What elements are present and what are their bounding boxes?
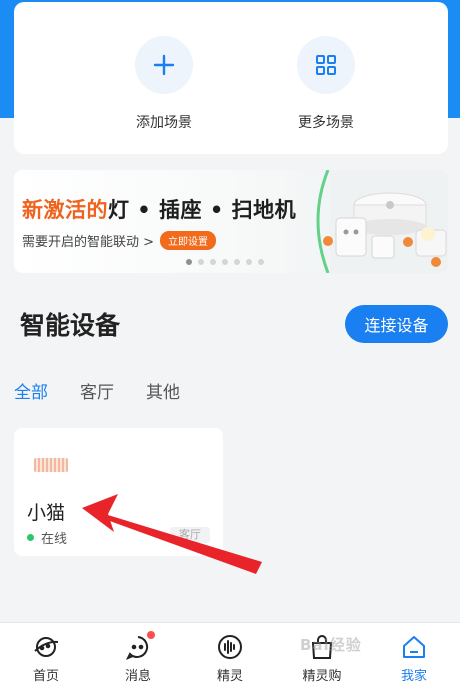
device-card[interactable]: 小猫 在线 客厅 [14,428,223,556]
smart-devices-illustration [316,170,448,273]
pagination-dot[interactable] [234,259,240,265]
planet-icon [34,637,59,657]
device-name: 小猫 [27,502,66,524]
connect-device-button[interactable]: 连接设备 [345,305,448,343]
tab-shop-label: 精灵购 [302,669,342,684]
device-status-text: 在线 [41,532,68,547]
watermark: Bai经验 [300,636,362,654]
add-scene-label: 添加场景 [136,115,192,131]
tab-messages[interactable]: 消息 [92,623,184,688]
grid-icon [297,36,355,94]
online-status-dot [27,534,34,541]
pagination-dot[interactable] [222,259,228,265]
tab-home[interactable]: 首页 [0,623,92,688]
pagination-dot[interactable] [198,259,204,265]
promo-banner[interactable]: 新激活的灯 • 插座 • 扫地机 需要开启的智能联动 > 立即设置 [14,170,448,273]
tab-all[interactable]: 全部 [14,378,48,403]
voice-wave-icon [218,635,242,659]
banner-subtitle-row: 需要开启的智能联动 > 立即设置 [22,231,217,250]
add-scene-button[interactable]: 添加场景 [109,36,219,132]
room-badge: 客厅 [170,527,210,543]
pagination-dot[interactable] [246,259,252,265]
tab-messages-label: 消息 [124,669,151,684]
banner-pagination [186,259,264,265]
more-scenes-button[interactable]: 更多场景 [271,36,381,132]
plus-icon [135,36,193,94]
pagination-dot[interactable] [258,259,264,265]
bottom-tab-bar: 首页 消息 精灵 精灵购 我家 [0,622,460,688]
section-title: 智能设备 [20,311,121,340]
banner-subtitle: 需要开启的智能联动 > [22,235,155,250]
tab-shop[interactable]: 精灵购 [276,623,368,688]
room-tabs: 全部 客厅 其他 [14,378,212,403]
banner-setup-button[interactable]: 立即设置 [160,231,217,250]
device-status: 在线 [27,528,67,547]
tab-genie[interactable]: 精灵 [184,623,276,688]
device-icon [34,458,68,472]
tab-my-home[interactable]: 我家 [368,623,460,688]
pagination-dot[interactable] [186,259,192,265]
notification-dot [147,631,155,639]
tab-home-label: 首页 [32,669,59,684]
banner-title-devices: 灯 • 插座 • 扫地机 [108,198,297,222]
scene-card: 添加场景 更多场景 [14,2,448,154]
house-icon [403,636,425,658]
pagination-dot[interactable] [210,259,216,265]
banner-title: 新激活的灯 • 插座 • 扫地机 [22,194,296,224]
banner-title-highlight: 新激活的 [22,198,108,222]
tab-my-home-label: 我家 [400,669,427,684]
tab-living-room[interactable]: 客厅 [80,378,114,403]
tab-genie-label: 精灵 [216,669,243,684]
more-scenes-label: 更多场景 [298,115,354,131]
tab-other[interactable]: 其他 [146,378,180,403]
chat-icon [124,631,155,661]
